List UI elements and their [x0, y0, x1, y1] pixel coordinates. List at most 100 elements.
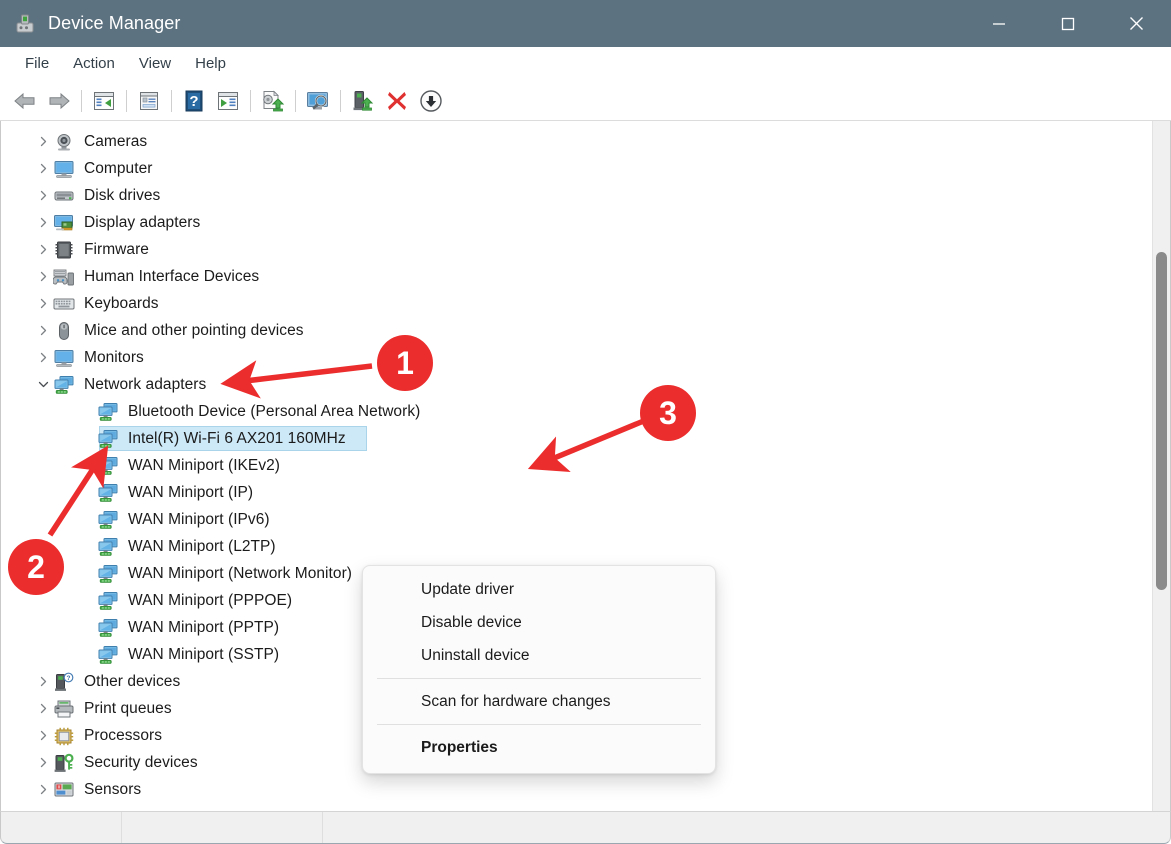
display-adapter-icon [53, 213, 75, 233]
tree-node[interactable]: Network adapters [1, 371, 1152, 398]
chevron-right-icon[interactable] [33, 784, 53, 795]
status-pane-2 [122, 812, 323, 843]
tree-node[interactable]: Intel(R) Wi-Fi 6 AX201 160MHz [1, 425, 1152, 452]
chevron-right-icon[interactable] [33, 298, 53, 309]
tree-node-label: WAN Miniport (SSTP) [128, 645, 280, 663]
chevron-right-icon[interactable] [33, 325, 53, 336]
network-adapter-icon [97, 402, 119, 422]
processor-icon [53, 726, 75, 746]
tree-node[interactable]: Sensors [1, 776, 1152, 803]
tree-node[interactable]: Disk drives [1, 182, 1152, 209]
tree-node[interactable]: WAN Miniport (IKEv2) [1, 452, 1152, 479]
toolbar-separator [171, 89, 172, 112]
tree-node[interactable]: Firmware [1, 236, 1152, 263]
tree-node-label: Network adapters [84, 375, 207, 393]
tree-node[interactable]: Human Interface Devices [1, 263, 1152, 290]
network-adapter-icon [97, 645, 119, 665]
tree-node-label: Other devices [84, 672, 181, 690]
minimize-button[interactable] [964, 0, 1033, 47]
chevron-right-icon[interactable] [33, 244, 53, 255]
update-driver-icon[interactable] [256, 85, 290, 116]
chevron-right-icon[interactable] [33, 190, 53, 201]
status-bar [0, 811, 1171, 844]
close-button[interactable] [1102, 0, 1171, 47]
toolbar-separator [250, 89, 251, 112]
scan-for-hardware-changes-icon[interactable] [301, 85, 335, 116]
chevron-right-icon[interactable] [33, 136, 53, 147]
context-menu-item[interactable]: Uninstall device [367, 639, 711, 672]
network-adapter-icon [97, 591, 119, 611]
chevron-right-icon[interactable] [33, 271, 53, 282]
help-icon[interactable]: ? [177, 85, 211, 116]
show-hide-action-pane-icon[interactable] [211, 85, 245, 116]
menu-help[interactable]: Help [183, 51, 238, 76]
tree-node-label: WAN Miniport (IPv6) [128, 510, 270, 528]
properties-icon[interactable] [132, 85, 166, 116]
tree-node[interactable]: Mice and other pointing devices [1, 317, 1152, 344]
context-menu-separator [377, 678, 701, 679]
vertical-scrollbar[interactable] [1152, 121, 1170, 811]
tree-node-label: WAN Miniport (IKEv2) [128, 456, 281, 474]
tree-node-label: Display adapters [84, 213, 201, 231]
tree-node-label: Security devices [84, 753, 198, 771]
back-icon[interactable] [8, 85, 42, 116]
sensor-icon [53, 780, 75, 800]
maximize-button[interactable] [1033, 0, 1102, 47]
hid-icon [52, 267, 75, 287]
tree-node[interactable]: Cameras [1, 128, 1152, 155]
monitor-icon [53, 348, 75, 368]
forward-icon[interactable] [42, 85, 76, 116]
tree-node[interactable]: WAN Miniport (IPv6) [1, 506, 1152, 533]
tree-node-label: Mice and other pointing devices [84, 321, 304, 339]
menu-bar: File Action View Help [0, 47, 1171, 81]
chevron-right-icon[interactable] [33, 217, 53, 228]
disk-drive-icon [53, 186, 75, 206]
tree-node-label: Sensors [84, 780, 142, 798]
computer-icon [53, 159, 75, 179]
window-controls [964, 0, 1171, 47]
chevron-right-icon[interactable] [33, 730, 53, 741]
network-adapter-icon [97, 483, 119, 503]
chevron-right-icon[interactable] [33, 757, 53, 768]
menu-file[interactable]: File [13, 51, 61, 76]
menu-view[interactable]: View [127, 51, 183, 76]
tree-node-label: Monitors [84, 348, 144, 366]
tree-node-label: WAN Miniport (PPPOE) [128, 591, 293, 609]
chevron-right-icon[interactable] [33, 676, 53, 687]
tree-node-label: Processors [84, 726, 163, 744]
toolbar-separator [126, 89, 127, 112]
tree-node-label: WAN Miniport (IP) [128, 483, 254, 501]
disable-device-icon[interactable] [380, 85, 414, 116]
show-hide-console-tree-icon[interactable] [87, 85, 121, 116]
status-pane-3 [323, 812, 1170, 843]
tree-node[interactable]: Computer [1, 155, 1152, 182]
tree-node[interactable]: WAN Miniport (L2TP) [1, 533, 1152, 560]
context-menu-item[interactable]: Update driver [367, 573, 711, 606]
title-bar: Device Manager [0, 0, 1171, 47]
network-adapter-icon [53, 375, 75, 395]
tree-node[interactable]: Display adapters [1, 209, 1152, 236]
chevron-right-icon[interactable] [33, 352, 53, 363]
enable-device-icon[interactable] [414, 85, 448, 116]
status-pane-1 [1, 812, 122, 843]
context-menu-item[interactable]: Scan for hardware changes [367, 685, 711, 718]
chevron-right-icon[interactable] [33, 703, 53, 714]
context-menu-item[interactable]: Disable device [367, 606, 711, 639]
tree-node[interactable]: Monitors [1, 344, 1152, 371]
tree-node[interactable]: Bluetooth Device (Personal Area Network) [1, 398, 1152, 425]
toolbar-separator [81, 89, 82, 112]
tree-node[interactable]: WAN Miniport (IP) [1, 479, 1152, 506]
uninstall-device-icon[interactable] [346, 85, 380, 116]
tree-node[interactable]: Keyboards [1, 290, 1152, 317]
keyboard-icon [53, 294, 75, 314]
context-menu: Update driver Disable device Uninstall dev… [362, 565, 716, 774]
toolbar: ? [0, 81, 1171, 121]
firmware-icon [53, 240, 75, 260]
context-menu-item[interactable]: Properties [367, 731, 711, 764]
scrollbar-thumb[interactable] [1156, 252, 1167, 591]
toolbar-separator [295, 89, 296, 112]
chevron-down-icon[interactable] [33, 379, 53, 390]
menu-action[interactable]: Action [61, 51, 127, 76]
chevron-right-icon[interactable] [33, 163, 53, 174]
window-title: Device Manager [48, 13, 181, 33]
